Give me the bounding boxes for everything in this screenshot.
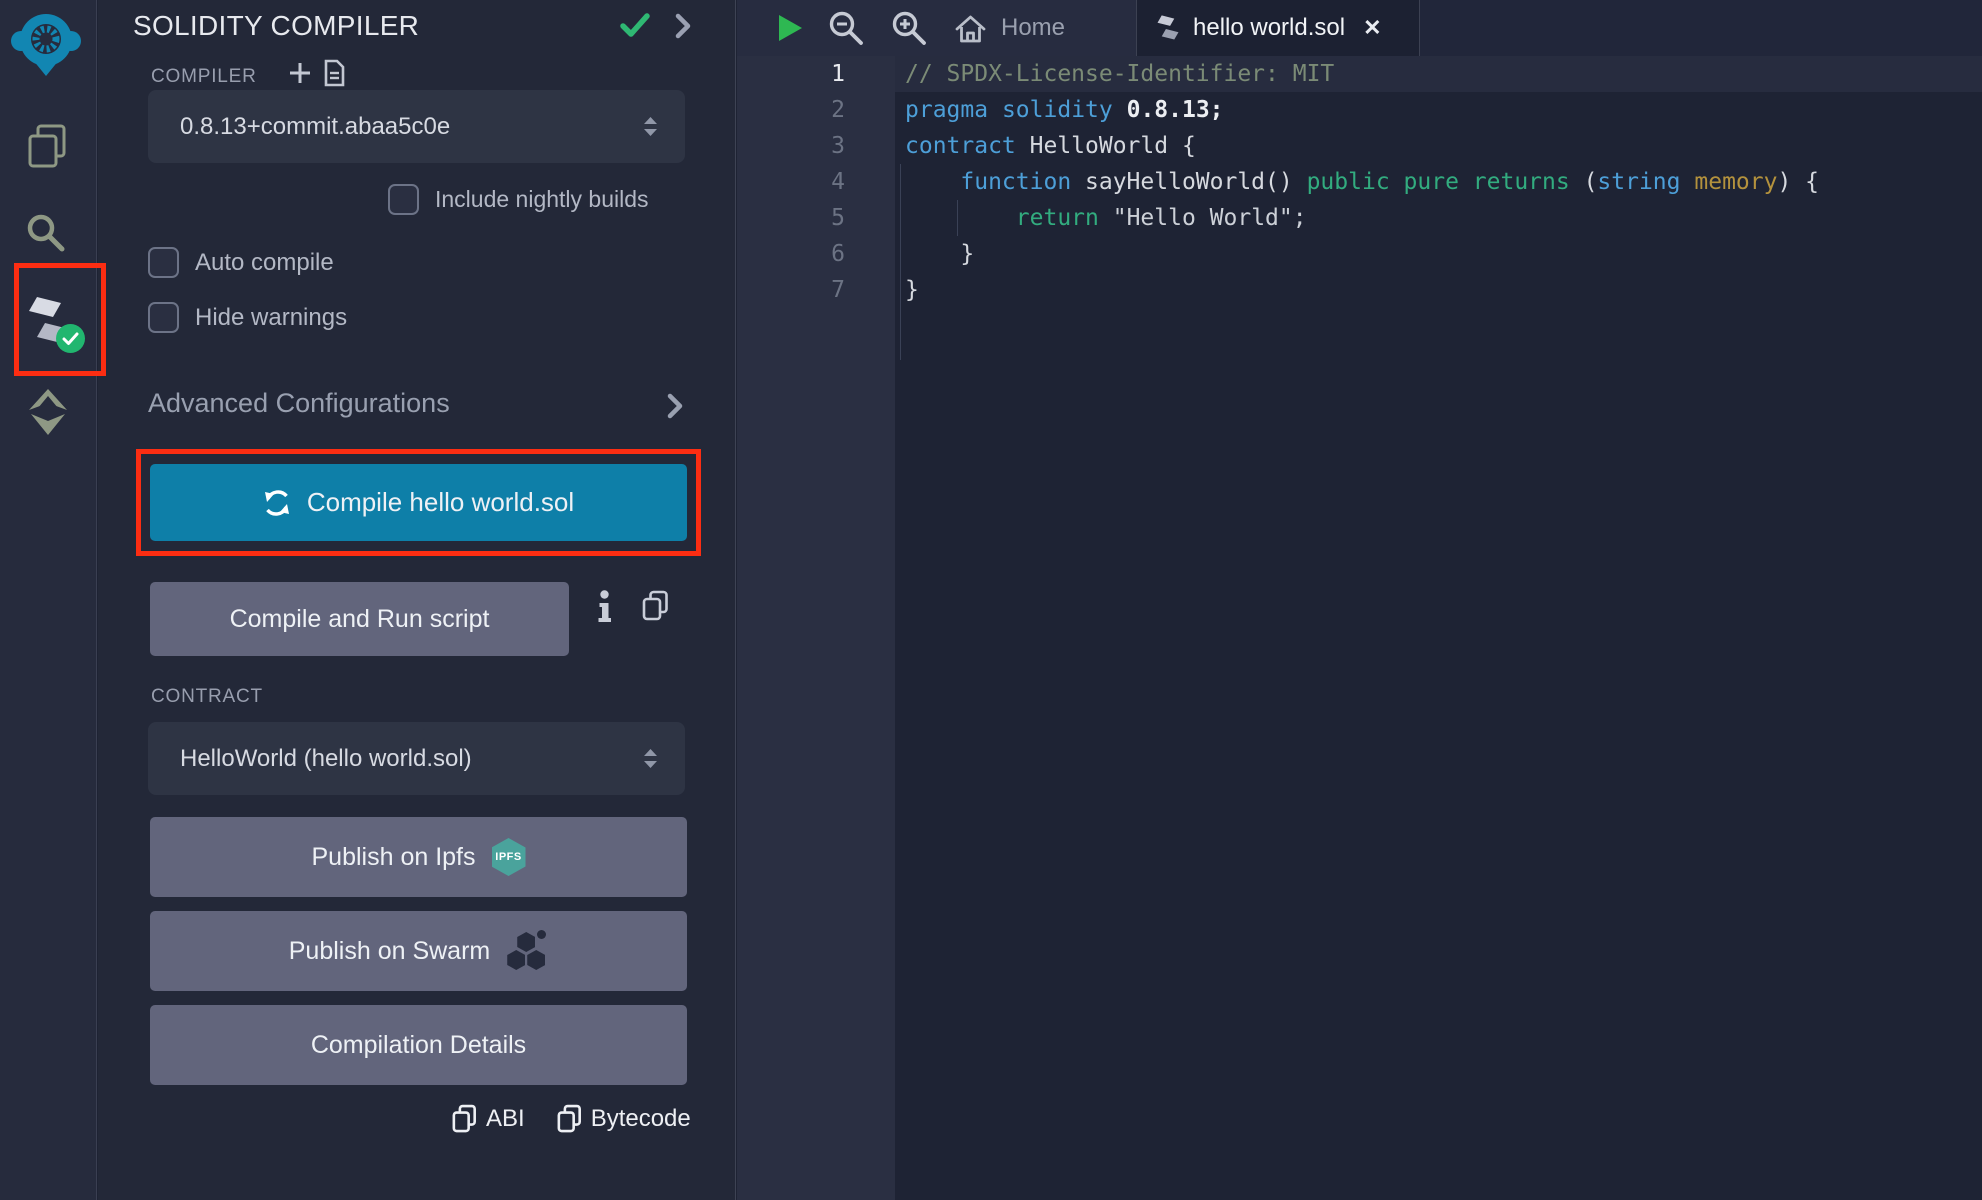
line-number: 6 bbox=[737, 236, 845, 272]
close-tab-icon[interactable]: ✕ bbox=[1363, 15, 1381, 41]
publish-swarm-label: Publish on Swarm bbox=[289, 937, 490, 966]
compilation-details-button[interactable]: Compilation Details bbox=[150, 1005, 687, 1085]
home-icon bbox=[954, 12, 987, 45]
code-line[interactable]: } bbox=[895, 236, 1982, 272]
code-content[interactable]: // SPDX-License-Identifier: MITpragma so… bbox=[895, 56, 1982, 308]
swarm-icon bbox=[506, 930, 548, 972]
info-icon[interactable] bbox=[598, 590, 611, 624]
contract-select[interactable]: HelloWorld (hello world.sol) bbox=[148, 722, 685, 795]
icon-sidebar bbox=[0, 0, 97, 1200]
include-nightly-label: Include nightly builds bbox=[435, 186, 649, 213]
auto-compile-row: Auto compile bbox=[148, 247, 334, 278]
copy-abi-button[interactable]: ABI bbox=[452, 1104, 525, 1134]
code-editor: Home hello world.sol ✕ 1234567 // SPDX-L… bbox=[737, 0, 1982, 1200]
bytecode-label: Bytecode bbox=[591, 1105, 691, 1133]
deploy-run-icon[interactable] bbox=[26, 388, 70, 436]
copy-bytecode-button[interactable]: Bytecode bbox=[557, 1104, 691, 1134]
ipfs-icon: IPFS bbox=[492, 838, 526, 876]
compiler-config-file-icon[interactable] bbox=[322, 59, 346, 87]
compile-success-check-icon bbox=[620, 12, 650, 39]
home-tab-label: Home bbox=[1001, 14, 1065, 42]
editor-body: 1234567 // SPDX-License-Identifier: MITp… bbox=[737, 56, 1982, 1200]
line-number: 1 bbox=[737, 56, 845, 92]
advanced-configurations-toggle[interactable]: Advanced Configurations bbox=[148, 388, 450, 419]
file-tab-label: hello world.sol bbox=[1193, 14, 1345, 42]
copy-icon bbox=[452, 1104, 477, 1134]
code-line[interactable]: return "Hello World"; bbox=[895, 200, 1982, 236]
hide-warnings-checkbox[interactable] bbox=[148, 302, 179, 333]
advanced-chevron-icon[interactable] bbox=[666, 392, 684, 420]
refresh-icon bbox=[263, 489, 291, 517]
tab-hello-world-sol[interactable]: hello world.sol ✕ bbox=[1136, 0, 1420, 56]
select-stepper-icon bbox=[644, 117, 657, 136]
panel-collapse-chevron-icon[interactable] bbox=[674, 13, 692, 39]
remix-logo-icon[interactable] bbox=[10, 8, 82, 82]
auto-compile-label: Auto compile bbox=[195, 249, 334, 277]
contract-select-value: HelloWorld (hello world.sol) bbox=[180, 745, 644, 773]
solidity-compiler-panel: SOLIDITY COMPILER COMPILER 0.8.13+commit… bbox=[98, 0, 736, 1200]
publish-ipfs-label: Publish on Ipfs bbox=[312, 843, 476, 872]
compiled-check-badge-icon bbox=[56, 324, 85, 353]
hide-warnings-label: Hide warnings bbox=[195, 304, 347, 332]
copy-script-icon[interactable] bbox=[642, 590, 669, 622]
compile-button[interactable]: Compile hello world.sol bbox=[150, 464, 687, 541]
line-numbers: 1234567 bbox=[737, 56, 845, 308]
publish-swarm-button[interactable]: Publish on Swarm bbox=[150, 911, 687, 991]
add-compiler-icon[interactable] bbox=[288, 61, 312, 85]
line-number: 7 bbox=[737, 272, 845, 308]
compilation-details-label: Compilation Details bbox=[311, 1031, 526, 1060]
contract-section-label: CONTRACT bbox=[151, 686, 263, 708]
compile-and-run-button[interactable]: Compile and Run script bbox=[150, 582, 569, 656]
auto-compile-checkbox[interactable] bbox=[148, 247, 179, 278]
compile-run-label: Compile and Run script bbox=[230, 605, 490, 634]
code-line[interactable]: // SPDX-License-Identifier: MIT bbox=[895, 56, 1982, 92]
code-line[interactable]: function sayHelloWorld() public pure ret… bbox=[895, 164, 1982, 200]
abi-bytecode-row: ABI Bytecode bbox=[452, 1104, 691, 1134]
tab-home[interactable]: Home bbox=[954, 12, 1065, 45]
zoom-out-icon[interactable] bbox=[828, 10, 865, 47]
line-number: 5 bbox=[737, 200, 845, 236]
file-explorer-icon[interactable] bbox=[26, 123, 68, 169]
compiler-version-value: 0.8.13+commit.abaa5c0e bbox=[180, 113, 644, 141]
solidity-file-icon bbox=[1157, 14, 1179, 42]
code-line[interactable]: } bbox=[895, 272, 1982, 308]
abi-label: ABI bbox=[486, 1105, 525, 1133]
page-title: SOLIDITY COMPILER bbox=[133, 10, 419, 42]
zoom-in-icon[interactable] bbox=[891, 10, 928, 47]
run-script-play-icon[interactable] bbox=[779, 15, 802, 41]
include-nightly-row: Include nightly builds bbox=[388, 184, 649, 215]
compiler-version-select[interactable]: 0.8.13+commit.abaa5c0e bbox=[148, 90, 685, 163]
code-line[interactable]: contract HelloWorld { bbox=[895, 128, 1982, 164]
code-line[interactable]: pragma solidity 0.8.13; bbox=[895, 92, 1982, 128]
compile-button-label: Compile hello world.sol bbox=[307, 487, 574, 518]
copy-icon bbox=[557, 1104, 582, 1134]
editor-tab-bar: Home hello world.sol ✕ bbox=[737, 0, 1982, 56]
select-stepper-icon bbox=[644, 749, 657, 768]
editor-toolbar: Home bbox=[737, 0, 1136, 56]
line-number: 2 bbox=[737, 92, 845, 128]
search-icon[interactable] bbox=[25, 212, 67, 254]
include-nightly-checkbox[interactable] bbox=[388, 184, 419, 215]
hide-warnings-row: Hide warnings bbox=[148, 302, 347, 333]
compiler-section-label: COMPILER bbox=[151, 66, 257, 88]
line-number: 3 bbox=[737, 128, 845, 164]
line-number: 4 bbox=[737, 164, 845, 200]
publish-ipfs-button[interactable]: Publish on Ipfs IPFS bbox=[150, 817, 687, 897]
